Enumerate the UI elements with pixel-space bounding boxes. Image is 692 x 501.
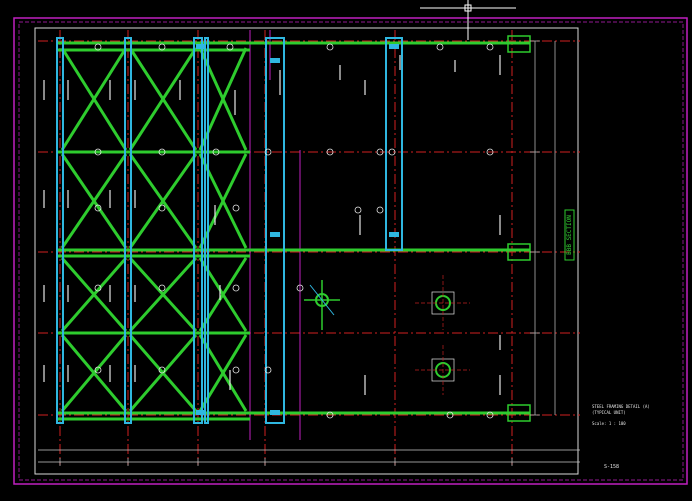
section-label: BBB SECTION (566, 215, 573, 255)
title-line-1: STEEL FRAMING DETAIL (A) (592, 404, 650, 409)
sheet-number: S-158 (604, 464, 619, 470)
scale-note: Scale: 1 : 100 (592, 421, 626, 426)
title-line-2: (TYPICAL UNIT) (592, 410, 626, 415)
cad-drawing-canvas[interactable]: BBB SECTION STEEL FRAMING DETAIL (A) (TY… (0, 0, 692, 501)
